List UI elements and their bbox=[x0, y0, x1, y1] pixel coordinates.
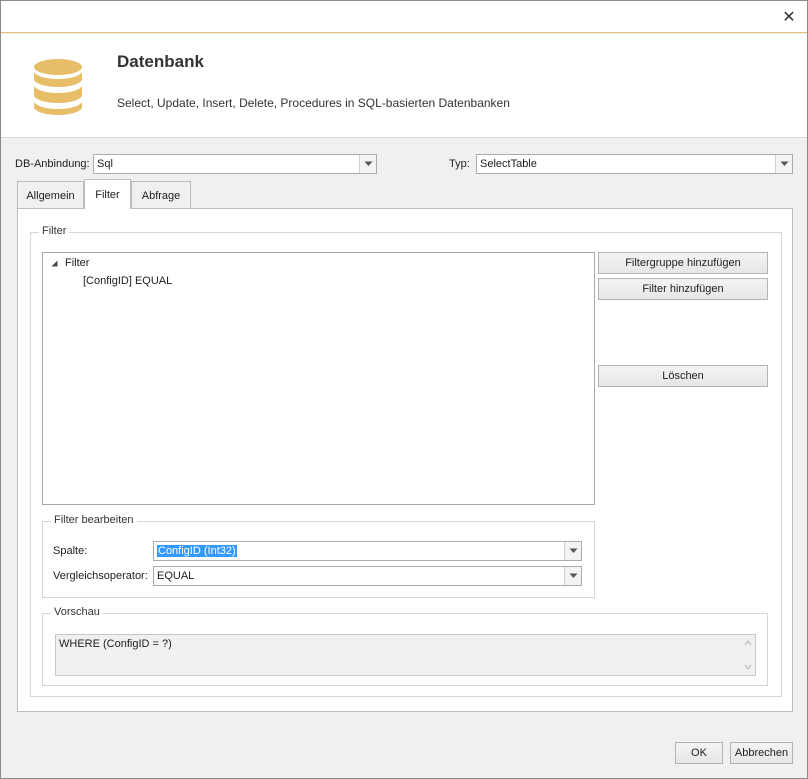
operator-label: Vergleichsoperator: bbox=[53, 570, 148, 582]
column-value: ConfigID (Int32) bbox=[157, 545, 237, 557]
chevron-down-icon[interactable] bbox=[359, 155, 376, 173]
db-connection-select[interactable]: Sql bbox=[93, 154, 377, 174]
delete-button[interactable]: Löschen bbox=[598, 365, 768, 387]
tab-allgemein-label: Allgemein bbox=[26, 189, 75, 202]
close-button[interactable]: ✕ bbox=[777, 5, 801, 29]
column-select[interactable]: ConfigID (Int32) bbox=[153, 541, 582, 561]
tree-node-root[interactable]: Filter bbox=[49, 257, 89, 269]
tab-filter[interactable]: Filter bbox=[84, 179, 131, 209]
tab-abfrage[interactable]: Abfrage bbox=[131, 181, 191, 209]
chevron-down-icon[interactable] bbox=[564, 542, 581, 560]
expand-triangle-icon[interactable] bbox=[49, 258, 59, 268]
dialog-window: ✕ Datenbank Select, Update, Insert, Dele… bbox=[0, 0, 808, 779]
cancel-label: Abbrechen bbox=[734, 747, 789, 759]
tab-allgemein[interactable]: Allgemein bbox=[17, 181, 84, 209]
preview-group: Vorschau WHERE (ConfigID = ?) bbox=[42, 606, 768, 686]
preview-group-title: Vorschau bbox=[51, 606, 103, 618]
db-connection-value: Sql bbox=[97, 158, 113, 170]
edit-filter-group-title: Filter bearbeiten bbox=[51, 514, 137, 526]
close-icon: ✕ bbox=[782, 9, 796, 26]
type-label: Typ: bbox=[449, 158, 470, 170]
column-label: Spalte: bbox=[53, 545, 88, 557]
header-description: Select, Update, Insert, Delete, Procedur… bbox=[117, 96, 510, 110]
database-icon bbox=[34, 59, 82, 115]
add-filter-group-button[interactable]: Filtergruppe hinzufügen bbox=[598, 252, 768, 274]
header-panel: Datenbank Select, Update, Insert, Delete… bbox=[1, 34, 807, 138]
tab-filter-label: Filter bbox=[95, 188, 120, 201]
operator-select[interactable]: EQUAL bbox=[153, 566, 582, 586]
ok-button[interactable]: OK bbox=[675, 742, 723, 764]
db-connection-label: DB-Anbindung: bbox=[15, 158, 90, 170]
tab-abfrage-label: Abfrage bbox=[141, 189, 181, 202]
delete-label: Löschen bbox=[662, 370, 704, 382]
chevron-down-icon[interactable] bbox=[775, 155, 792, 173]
title-bar: ✕ bbox=[1, 1, 807, 33]
add-filter-button[interactable]: Filter hinzufügen bbox=[598, 278, 768, 300]
preview-text: WHERE (ConfigID = ?) bbox=[59, 638, 172, 650]
type-value: SelectTable bbox=[480, 158, 537, 170]
chevron-down-icon[interactable] bbox=[564, 567, 581, 585]
header-title: Datenbank bbox=[117, 52, 204, 71]
tree-child-label: [ConfigID] EQUAL bbox=[83, 275, 173, 287]
preview-textbox[interactable]: WHERE (ConfigID = ?) bbox=[55, 634, 756, 676]
cancel-button[interactable]: Abbrechen bbox=[730, 742, 793, 764]
ok-label: OK bbox=[691, 747, 707, 759]
add-filter-group-label: Filtergruppe hinzufügen bbox=[625, 257, 741, 269]
operator-value: EQUAL bbox=[157, 570, 195, 582]
tree-root-label: Filter bbox=[65, 257, 90, 269]
tree-node-child[interactable]: [ConfigID] EQUAL bbox=[83, 275, 172, 287]
scrollbar-arrows-icon[interactable] bbox=[743, 637, 753, 673]
filter-tree[interactable]: Filter [ConfigID] EQUAL bbox=[42, 252, 595, 505]
filter-group-title: Filter bbox=[39, 225, 70, 237]
column-value-wrap: ConfigID (Int32) bbox=[157, 545, 237, 557]
filter-tab-panel: Filter Filter [ConfigID] EQUAL Filtergru… bbox=[17, 208, 793, 712]
add-filter-label: Filter hinzufügen bbox=[642, 283, 724, 295]
type-select[interactable]: SelectTable bbox=[476, 154, 793, 174]
